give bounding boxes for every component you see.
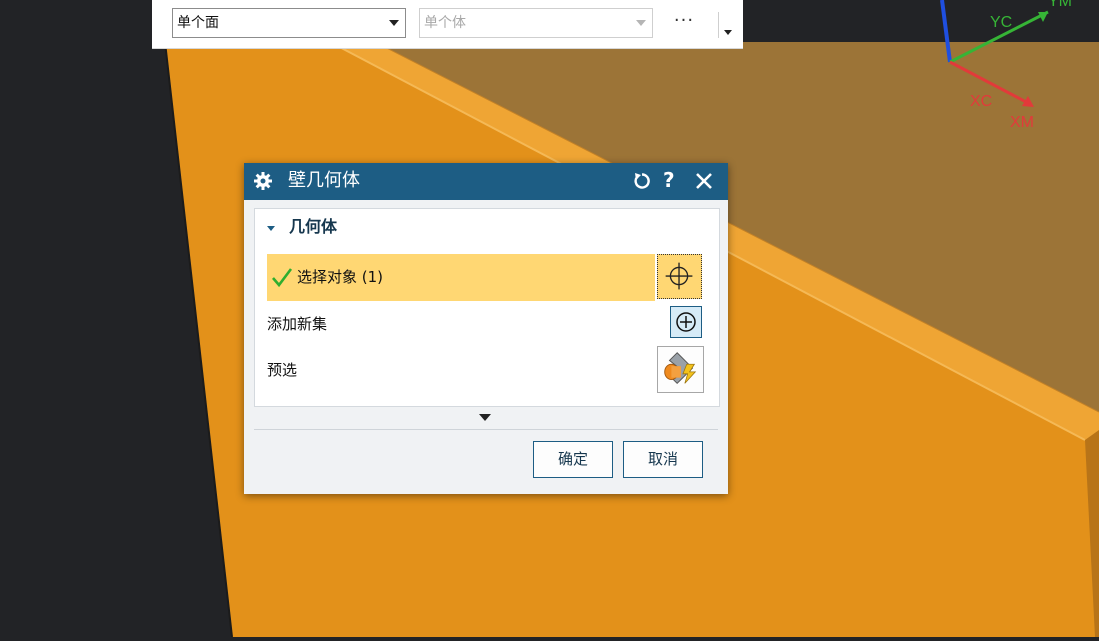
dialog-divider: [254, 429, 718, 430]
add-new-set-button[interactable]: [670, 306, 702, 338]
help-icon[interactable]: ?: [663, 167, 675, 193]
select-object-label: 选择对象 (1): [297, 268, 384, 286]
expand-more-icon[interactable]: [479, 414, 491, 421]
preselect-button[interactable]: [657, 346, 704, 393]
dialog-title-bar[interactable]: 壁几何体 ?: [244, 163, 728, 200]
chevron-down-icon: [636, 20, 646, 26]
type-filter-value: 单个面: [177, 15, 219, 31]
xm-label: XM: [1010, 114, 1034, 131]
dialog-title: 壁几何体: [288, 170, 360, 191]
toolbar-overflow-icon[interactable]: [724, 30, 732, 35]
gear-icon: [254, 172, 272, 190]
group-title[interactable]: 几何体: [289, 216, 337, 238]
coordinate-triad: YC YM XC XM: [940, 0, 1072, 131]
preselect-label: 预选: [267, 361, 298, 379]
cancel-button[interactable]: 取消: [623, 441, 703, 478]
scope-filter-dropdown[interactable]: 单个体: [419, 8, 653, 38]
close-icon[interactable]: [694, 171, 714, 191]
plus-circle-icon: [676, 312, 696, 332]
reset-icon[interactable]: [632, 171, 652, 191]
preselect-icon: [664, 352, 697, 385]
selection-toolbar: 单个面 单个体 ···: [152, 0, 743, 49]
ym-label: YM: [1048, 0, 1072, 10]
z-axis-arrow: [940, 0, 952, 63]
wall-geometry-dialog: 壁几何体 ? 几何体 选择对象 (1) 添加新集 预选 确定 取消: [244, 163, 728, 494]
checkmark-icon: [272, 268, 293, 288]
xc-label: XC: [970, 93, 992, 110]
toolbar-divider: [718, 12, 719, 38]
add-new-set-label: 添加新集: [267, 315, 328, 333]
crosshair-icon: [665, 262, 693, 290]
select-object-row[interactable]: 选择对象 (1): [267, 254, 655, 301]
type-filter-dropdown[interactable]: 单个面: [172, 8, 406, 38]
ok-button[interactable]: 确定: [533, 441, 613, 478]
collapse-caret-icon[interactable]: [267, 226, 275, 231]
geometry-group: 几何体 选择对象 (1) 添加新集 预选: [254, 208, 720, 407]
yc-label: YC: [990, 14, 1012, 31]
chevron-down-icon: [389, 20, 399, 26]
more-options-button[interactable]: ···: [667, 8, 701, 38]
scope-filter-value: 单个体: [424, 15, 466, 31]
select-object-button[interactable]: [657, 254, 702, 299]
